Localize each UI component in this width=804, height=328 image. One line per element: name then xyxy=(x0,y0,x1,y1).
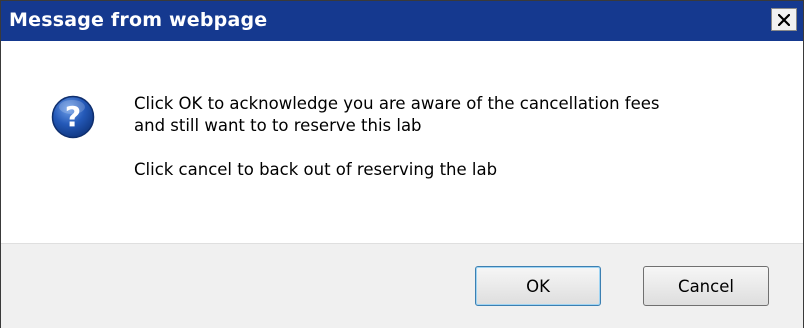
message-dialog: Message from webpage ? Click OK to ackno… xyxy=(0,0,804,328)
title-bar[interactable]: Message from webpage xyxy=(1,1,803,41)
message-line-2: and still want to to reserve this lab xyxy=(134,116,422,135)
question-icon: ? xyxy=(51,95,95,139)
dialog-title: Message from webpage xyxy=(9,9,268,31)
message-line-1: Click OK to acknowledge you are aware of… xyxy=(134,94,660,113)
message-line-3: Click cancel to back out of reserving th… xyxy=(134,160,498,179)
message-area: ? Click OK to acknowledge you are aware … xyxy=(1,41,803,243)
close-icon xyxy=(778,13,790,26)
button-bar: OK Cancel xyxy=(1,243,803,328)
svg-text:?: ? xyxy=(65,100,81,133)
close-button[interactable] xyxy=(771,8,797,31)
message-text: Click OK to acknowledge you are aware of… xyxy=(134,93,774,181)
ok-button[interactable]: OK xyxy=(475,266,601,306)
cancel-button[interactable]: Cancel xyxy=(643,266,769,306)
